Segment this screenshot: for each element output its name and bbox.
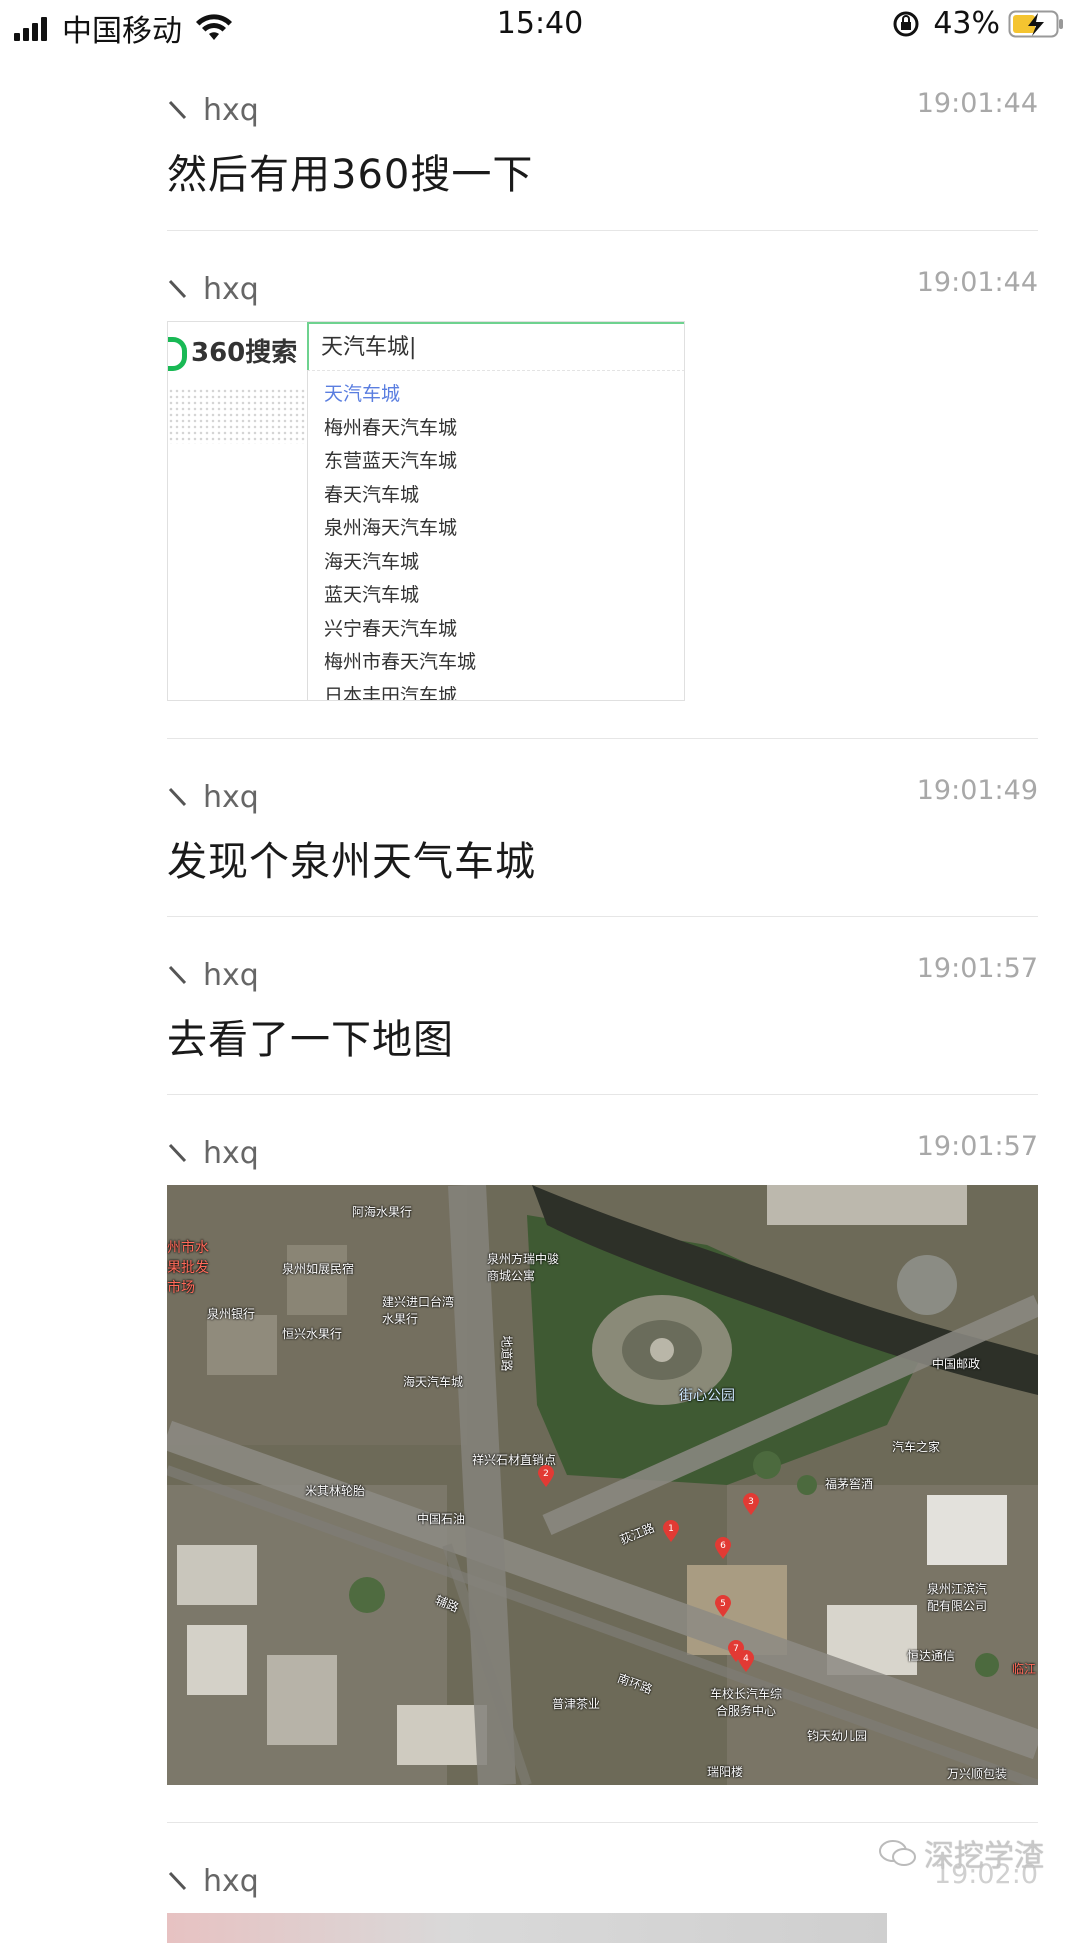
svg-text:3: 3 bbox=[748, 1497, 754, 1507]
sender-name: hxq bbox=[203, 1135, 259, 1171]
map-label: 恒兴水果行 bbox=[282, 1327, 343, 1341]
message-text: 发现个泉州天气车城 bbox=[167, 839, 536, 885]
dotted-pattern bbox=[168, 388, 307, 444]
message-time: 19:01:49 bbox=[916, 775, 1038, 806]
map-label: 泉州方瑞中骏商城公寓 bbox=[487, 1252, 560, 1283]
suggestion-item: 东营蓝天汽车城 bbox=[324, 450, 458, 472]
suggestion-item: 兴宁春天汽车城 bbox=[324, 618, 458, 640]
suggestion-list: 天汽车城 梅州春天汽车城 东营蓝天汽车城 春天汽车城 泉州海天汽车城 海天汽车城… bbox=[307, 370, 684, 701]
sender-mark-icon bbox=[168, 1143, 187, 1163]
map-label: 万兴顺包装 bbox=[947, 1767, 1008, 1781]
suggestion-item: 梅州市春天汽车城 bbox=[324, 651, 477, 673]
360-search-logo: 360搜索 bbox=[168, 332, 297, 371]
sender-mark-icon bbox=[168, 1871, 187, 1891]
map-label: 建兴进口台湾水果行 bbox=[382, 1295, 455, 1326]
status-bar: 中国移动 15:40 43% bbox=[0, 0, 1080, 52]
map-pin-icon: 3 bbox=[743, 1493, 759, 1515]
svg-text:4: 4 bbox=[743, 1654, 749, 1664]
wechat-icon bbox=[879, 1840, 916, 1866]
map-label: 汽车之家 bbox=[892, 1440, 941, 1454]
message-item[interactable]: hxq 19:01:44 然后有用360搜一下 bbox=[167, 52, 1038, 230]
sender-mark-icon bbox=[168, 279, 187, 299]
map-label: 泉州如展民宿 bbox=[282, 1262, 355, 1276]
message-list[interactable]: hxq 19:01:44 然后有用360搜一下 hxq 19:01:44 360… bbox=[167, 52, 1038, 1943]
sender-row: hxq bbox=[167, 90, 259, 130]
message-text: 去看了一下地图 bbox=[167, 1017, 454, 1063]
message-item[interactable]: hxq 19:01:44 360搜索 天汽车城| 天汽车城 梅州春天汽车城 东营… bbox=[167, 231, 1038, 738]
satellite-map-image[interactable]: 阿海水果行 州市水果批发市场 泉州如展民宿 泉州银行 恒兴水果行 建兴进口台湾水… bbox=[167, 1185, 1038, 1785]
message-time: 19:01:44 bbox=[916, 88, 1038, 119]
svg-text:5: 5 bbox=[720, 1599, 726, 1609]
sender-mark-icon bbox=[168, 100, 187, 120]
map-label: 地道路 bbox=[499, 1335, 514, 1372]
suggestion-item: 日本丰田汽车城 bbox=[324, 685, 458, 701]
map-label: 泉州江滨汽配有限公司 bbox=[927, 1582, 988, 1613]
svg-text:1: 1 bbox=[668, 1524, 674, 1534]
suggestion-item: 蓝天汽车城 bbox=[324, 584, 420, 606]
map-pin-icon: 5 bbox=[715, 1595, 731, 1617]
watermark-text: 深挖学渣 bbox=[924, 1839, 1044, 1874]
map-label: 街心公园 bbox=[679, 1388, 735, 1404]
map-label: 中国邮政 bbox=[932, 1357, 981, 1371]
sender-mark-icon bbox=[168, 965, 187, 985]
orientation-lock-icon bbox=[893, 11, 919, 36]
message-image-partial[interactable] bbox=[167, 1913, 887, 1943]
sender-name: hxq bbox=[203, 957, 259, 993]
message-item[interactable]: hxq 19:01:57 阿海水果行 州市水果批发市场 泉州如展民宿 泉州银行 … bbox=[167, 1095, 1038, 1822]
battery-charging-icon bbox=[1008, 10, 1063, 37]
map-label: 瑞阳楼 bbox=[707, 1765, 744, 1779]
svg-text:2: 2 bbox=[543, 1469, 549, 1479]
map-pin-icon: 6 bbox=[715, 1537, 731, 1559]
sender-row: hxq bbox=[167, 955, 259, 995]
message-item[interactable]: hxq 19:01:49 发现个泉州天气车城 bbox=[167, 739, 1038, 916]
map-label: 恒达通信 bbox=[907, 1649, 956, 1663]
sender-name: hxq bbox=[203, 1863, 259, 1899]
map-label: 临江 bbox=[1012, 1662, 1037, 1676]
sender-row: hxq bbox=[167, 269, 259, 309]
suggestion-item: 梅州春天汽车城 bbox=[324, 417, 458, 439]
svg-text:6: 6 bbox=[720, 1541, 726, 1551]
sender-mark-icon bbox=[168, 787, 187, 807]
suggestion-item: 春天汽车城 bbox=[324, 484, 420, 506]
sender-name: hxq bbox=[203, 779, 259, 815]
sender-name: hxq bbox=[203, 92, 259, 128]
map-label: 普津茶业 bbox=[552, 1697, 601, 1711]
suggestion-item: 海天汽车城 bbox=[324, 551, 420, 573]
map-label: 州市水果批发市场 bbox=[167, 1240, 209, 1296]
map-label: 阿海水果行 bbox=[352, 1205, 413, 1219]
suggestion-item: 天汽车城 bbox=[324, 383, 401, 405]
map-label: 泉州银行 bbox=[207, 1307, 256, 1321]
sender-row: hxq bbox=[167, 1861, 259, 1901]
suggestion-item: 泉州海天汽车城 bbox=[324, 517, 458, 539]
map-label: 中国石油 bbox=[417, 1512, 466, 1526]
map-label: 钧天幼儿园 bbox=[807, 1729, 868, 1743]
message-time: 19:01:44 bbox=[916, 267, 1038, 298]
sender-row: hxq bbox=[167, 1133, 259, 1173]
sender-name: hxq bbox=[203, 271, 259, 307]
message-time: 19:01:57 bbox=[916, 953, 1038, 984]
watermark: 深挖学渣 bbox=[878, 1831, 1044, 1875]
map-label: 福茅窖酒 bbox=[825, 1477, 874, 1491]
message-time: 19:01:57 bbox=[916, 1131, 1038, 1162]
search-input: 天汽车城| bbox=[307, 322, 684, 370]
map-pin-icon: 4 bbox=[738, 1650, 754, 1672]
sender-row: hxq bbox=[167, 777, 259, 817]
search-screenshot-image[interactable]: 360搜索 天汽车城| 天汽车城 梅州春天汽车城 东营蓝天汽车城 春天汽车城 泉… bbox=[167, 321, 685, 701]
battery-percent: 43% bbox=[933, 6, 1000, 41]
map-label: 车校长汽车综合服务中心 bbox=[709, 1687, 782, 1718]
map-label: 海天汽车城 bbox=[403, 1375, 464, 1389]
map-label: 米其林轮胎 bbox=[305, 1484, 366, 1498]
message-text: 然后有用360搜一下 bbox=[167, 152, 534, 198]
message-item[interactable]: hxq 19:01:57 去看了一下地图 bbox=[167, 917, 1038, 1094]
map-pin-icon: 2 bbox=[538, 1465, 554, 1487]
map-pin-icon: 1 bbox=[663, 1520, 679, 1542]
